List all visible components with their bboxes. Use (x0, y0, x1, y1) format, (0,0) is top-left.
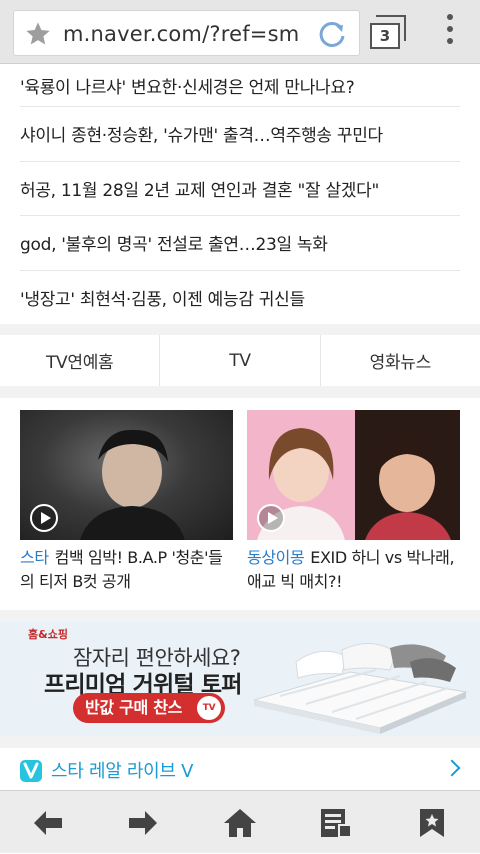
ad-cta-label: 반값 구매 찬스 (85, 698, 183, 717)
video-thumbnail[interactable] (247, 410, 460, 540)
headline-link[interactable]: god, '불후의 명곡' 전설로 출연…23일 녹화 (20, 216, 460, 271)
card-title: 컴백 임박! B.A.P '청춘'들의 티저 B컷 공개 (20, 548, 223, 591)
video-card[interactable]: 동상이몽 EXID 하니 vs 박나래, 애교 빅 매치?! (247, 410, 460, 594)
video-card[interactable]: 스타 컴백 임박! B.A.P '청춘'들의 티저 B컷 공개 (20, 410, 233, 594)
home-icon (224, 808, 256, 837)
headline-link[interactable]: 허공, 11월 28일 2년 교제 연인과 결혼 "잘 살겠다" (20, 162, 460, 216)
reload-icon[interactable] (315, 17, 349, 51)
tab-tv-entertainment-home[interactable]: TV연예홈 (0, 335, 161, 386)
bookmarks-button[interactable] (400, 791, 464, 854)
media-cards: 스타 컴백 임박! B.A.P '청춘'들의 티저 B컷 공개 동상이몽 EXID … (0, 398, 480, 610)
vlive-link[interactable]: 스타 레알 라이브 V (0, 748, 480, 790)
card-caption[interactable]: 스타 컴백 임박! B.A.P '청춘'들의 티저 B컷 공개 (20, 546, 233, 594)
vlive-icon (20, 760, 42, 782)
document-list-icon (321, 808, 352, 838)
tab-tv[interactable]: TV (160, 335, 321, 386)
chevron-right-icon[interactable] (443, 759, 461, 777)
headline-link[interactable]: 샤이니 종현·정승환, '슈가맨' 출격…역주행송 꾸민다 (20, 107, 460, 162)
url-text[interactable]: m.naver.com/?ref=sm (63, 11, 299, 57)
play-icon[interactable] (257, 504, 285, 532)
address-bar[interactable]: m.naver.com/?ref=sm (13, 10, 360, 56)
vlive-label: 스타 레알 라이브 V (51, 761, 194, 782)
back-button[interactable] (16, 791, 80, 854)
headline-list: '육룡이 나르샤' 변요한·신세경은 언제 만나나요? 샤이니 종현·정승환, … (20, 64, 460, 325)
forward-button[interactable] (111, 791, 175, 854)
category-tabs: TV연예홈 TV 영화뉴스 (0, 335, 480, 386)
overflow-menu-icon[interactable] (438, 14, 462, 50)
bottom-navigation (0, 790, 480, 853)
browser-toolbar: m.naver.com/?ref=sm 3 (0, 0, 480, 64)
home-button[interactable] (208, 791, 272, 854)
bookmark-star-icon[interactable] (24, 20, 52, 48)
section-divider (0, 386, 480, 398)
card-caption[interactable]: 동상이몽 EXID 하니 vs 박나래, 애교 빅 매치?! (247, 546, 460, 594)
section-divider (0, 324, 480, 335)
ad-cta-button[interactable]: 반값 구매 찬스 TV (73, 693, 225, 723)
reading-list-button[interactable] (304, 791, 368, 854)
card-tag: 스타 (20, 548, 49, 567)
topper-image (253, 643, 468, 734)
headline-link[interactable]: '냉장고' 최현석·김풍, 이젠 예능감 귀신들 (20, 271, 460, 326)
play-icon[interactable] (30, 504, 58, 532)
video-thumbnail[interactable] (20, 410, 233, 540)
ad-banner[interactable]: 홈&쇼핑 잠자리 편안하세요? 프리미엄 거위털 토퍼 반값 구매 찬스 TV (0, 622, 480, 736)
section-divider (0, 736, 480, 748)
tab-count: 3 (370, 23, 400, 49)
bookmark-icon (420, 808, 444, 837)
headline-link[interactable]: '육룡이 나르샤' 변요한·신세경은 언제 만나나요? (20, 64, 460, 107)
tv-badge: TV (197, 696, 221, 720)
card-tag: 동상이몽 (247, 548, 305, 567)
tab-movie-news[interactable]: 영화뉴스 (321, 335, 480, 386)
arrow-left-icon (34, 810, 62, 835)
ad-brand: 홈&쇼핑 (28, 628, 68, 641)
arrow-right-icon (129, 810, 157, 835)
section-divider (0, 610, 480, 622)
tab-switcher-button[interactable]: 3 (370, 15, 408, 49)
